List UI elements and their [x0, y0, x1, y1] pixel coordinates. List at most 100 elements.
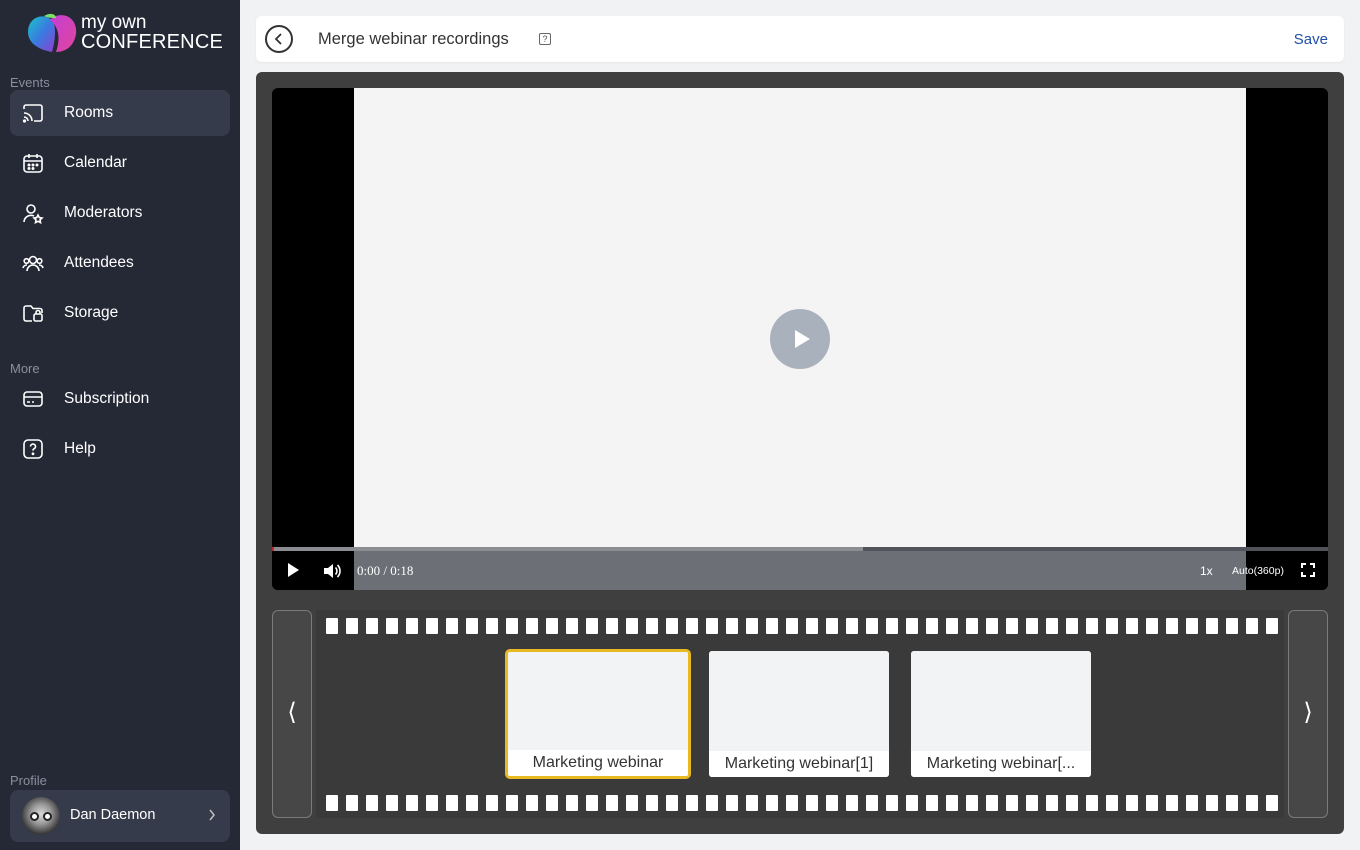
page-title: Merge webinar recordings [318, 30, 509, 48]
film-perforation [1066, 618, 1078, 634]
sidebar-item-subscription[interactable]: Subscription [10, 376, 230, 422]
film-perforation [1186, 795, 1198, 811]
sidebar: my own CONFERENCE Events Rooms Calendar … [0, 0, 240, 850]
film-perforation [1166, 795, 1178, 811]
film-perforation [1146, 795, 1158, 811]
film-perforation [826, 618, 838, 634]
sidebar-item-calendar[interactable]: Calendar [10, 140, 230, 186]
film-perforation [426, 795, 438, 811]
film-perforation [1046, 618, 1058, 634]
film-perforation [346, 795, 358, 811]
calendar-icon [23, 154, 43, 173]
film-perforation [526, 618, 538, 634]
film-perforation [706, 618, 718, 634]
film-perforation [1266, 618, 1278, 634]
film-perforation [1266, 795, 1278, 811]
sidebar-item-rooms[interactable]: Rooms [10, 90, 230, 136]
film-perforation [366, 795, 378, 811]
playback-speed-button[interactable]: 1x [1200, 564, 1213, 578]
film-perforation [1046, 795, 1058, 811]
avatar-eye [43, 812, 52, 821]
film-perforations-top [326, 618, 1284, 634]
clip-card[interactable]: Marketing webinar[... [911, 651, 1091, 777]
volume-icon[interactable] [322, 562, 342, 580]
profile-menu[interactable]: Dan Daemon [10, 790, 230, 842]
film-perforation [866, 795, 878, 811]
film-perforation [726, 795, 738, 811]
film-perforation [546, 795, 558, 811]
clip-title: Marketing webinar [508, 750, 688, 776]
film-perforation [606, 795, 618, 811]
film-perforation [786, 795, 798, 811]
film-perforation [486, 795, 498, 811]
film-perforation [506, 795, 518, 811]
sidebar-item-attendees[interactable]: Attendees [10, 240, 230, 286]
clip-card[interactable]: Marketing webinar [505, 649, 691, 779]
film-perforation [806, 795, 818, 811]
film-perforation [906, 618, 918, 634]
film-perforation [826, 795, 838, 811]
film-perforation [1166, 618, 1178, 634]
play-button[interactable] [287, 563, 299, 577]
film-perforation [726, 618, 738, 634]
film-perforation [746, 795, 758, 811]
filmstrip-prev-button[interactable]: ⟨ [272, 610, 312, 818]
help-icon [23, 439, 43, 459]
film-perforation [1026, 618, 1038, 634]
moderator-icon [23, 204, 44, 224]
sidebar-item-label: Calendar [64, 154, 127, 171]
film-perforation [1086, 618, 1098, 634]
film-perforation [586, 795, 598, 811]
film-perforation [446, 618, 458, 634]
cast-icon [22, 104, 43, 123]
film-perforation [986, 795, 998, 811]
film-perforation [326, 618, 338, 634]
big-play-button[interactable] [770, 309, 830, 369]
film-perforation [866, 618, 878, 634]
film-perforation [966, 618, 978, 634]
sidebar-item-label: Attendees [64, 254, 134, 271]
film-perforation [646, 795, 658, 811]
film-perforation [1126, 618, 1138, 634]
section-label-more: More [10, 361, 40, 376]
film-perforation [886, 618, 898, 634]
time-separator: / [383, 563, 387, 578]
film-perforation [1146, 618, 1158, 634]
video-player: 0:00 / 0:18 1x Auto(360p) [272, 88, 1328, 590]
sidebar-item-storage[interactable]: Storage [10, 290, 230, 336]
film-perforation [346, 618, 358, 634]
sidebar-item-moderators[interactable]: Moderators [10, 190, 230, 236]
clip-card[interactable]: Marketing webinar[1] [709, 651, 889, 777]
film-perforation [926, 795, 938, 811]
film-perforation [466, 618, 478, 634]
save-button[interactable]: Save [1294, 31, 1328, 48]
film-perforation [686, 618, 698, 634]
sidebar-item-help[interactable]: Help [10, 426, 230, 472]
quality-button[interactable]: Auto(360p) [1232, 565, 1284, 577]
sidebar-item-label: Moderators [64, 204, 143, 221]
film-perforation [506, 618, 518, 634]
page-header: Merge webinar recordings ? Save [256, 16, 1344, 62]
film-perforation [986, 618, 998, 634]
film-perforation [686, 795, 698, 811]
filmstrip-next-button[interactable]: ⟩ [1288, 610, 1328, 818]
brand-logo[interactable]: my own CONFERENCE [26, 12, 223, 54]
section-label-events: Events [10, 75, 50, 90]
film-perforation [966, 795, 978, 811]
film-perforation [1026, 795, 1038, 811]
sidebar-item-label: Rooms [64, 104, 114, 121]
brand-line-1: my own [81, 12, 147, 33]
fullscreen-icon[interactable] [1301, 563, 1315, 577]
film-perforation [386, 618, 398, 634]
film-perforation [786, 618, 798, 634]
film-perforation [1106, 618, 1118, 634]
back-button[interactable] [265, 25, 293, 53]
film-perforation [846, 618, 858, 634]
help-icon[interactable]: ? [539, 33, 551, 45]
film-perforation [446, 795, 458, 811]
sidebar-item-label: Help [64, 440, 96, 457]
film-perforation [666, 618, 678, 634]
film-perforation [526, 795, 538, 811]
film-perforation [1106, 795, 1118, 811]
film-perforation [486, 618, 498, 634]
